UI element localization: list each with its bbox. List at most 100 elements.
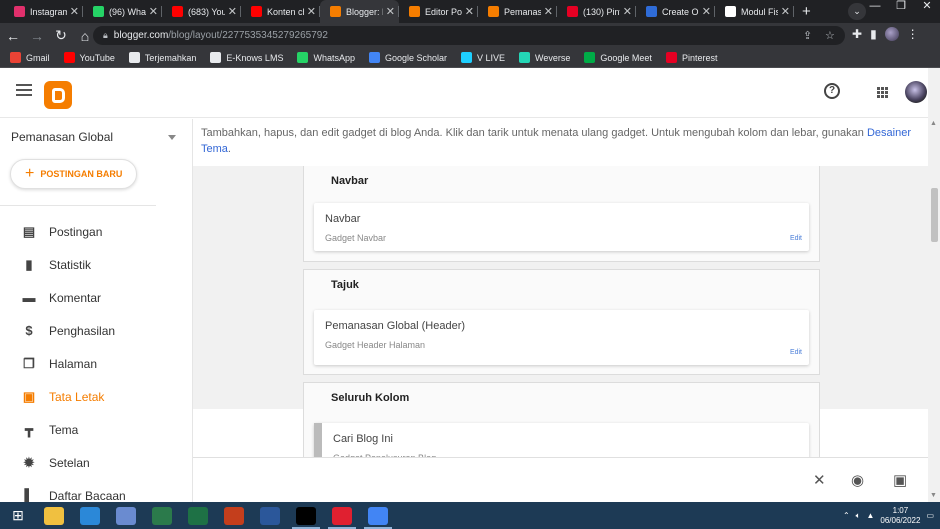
star-icon[interactable]: ☆: [825, 29, 835, 42]
bookmark-item[interactable]: Terjemahkan: [128, 52, 196, 63]
taskbar-app-icon[interactable]: [180, 502, 216, 529]
bookmark-item[interactable]: Google Meet: [584, 52, 652, 63]
browser-tab[interactable]: Blogger: Pemanasan✕: [320, 0, 399, 23]
blog-selector[interactable]: Pemanasan Global: [11, 130, 176, 144]
tab-close-icon[interactable]: ✕: [228, 5, 237, 18]
tab-favicon-icon: [330, 6, 341, 17]
tab-close-icon[interactable]: ✕: [70, 5, 79, 18]
sidebar-item-halaman[interactable]: ❐ Halaman: [0, 347, 193, 380]
browser-tab[interactable]: (96) WhatsApp✕: [83, 0, 162, 23]
bookmark-item[interactable]: Pinterest: [665, 52, 717, 63]
sidebar-item-komentar[interactable]: ▬ Komentar: [0, 281, 193, 314]
hamburger-menu-icon[interactable]: [16, 84, 32, 98]
browser-tab[interactable]: (683) YouTube✕: [162, 0, 241, 23]
bookmark-favicon-icon: [519, 52, 531, 63]
bookmark-favicon-icon: [368, 52, 380, 63]
close-window-icon[interactable]: ✕: [914, 0, 940, 12]
browser-tab[interactable]: Konten channel✕: [241, 0, 320, 23]
tab-close-icon[interactable]: ✕: [465, 5, 474, 18]
extensions-icon[interactable]: ✚: [852, 27, 862, 41]
apps-grid-icon[interactable]: [877, 87, 888, 98]
taskbar-app-icon[interactable]: [288, 502, 324, 529]
page-scrollbar[interactable]: ▲ ▼: [928, 68, 940, 502]
tab-title: (683) YouTube: [188, 6, 225, 17]
bookmark-item[interactable]: V LIVE: [461, 52, 505, 63]
sidebar-item-tema[interactable]: ┳ Tema: [0, 413, 193, 446]
wifi-icon[interactable]: ▲: [866, 511, 874, 520]
taskbar-app-icon[interactable]: [36, 502, 72, 529]
preview-eye-icon[interactable]: ◉: [851, 471, 864, 489]
browser-toolbar: ← → ↻ ⌂ 🔒︎ blogger.com/blog/layout/22775…: [0, 23, 940, 48]
browser-tab[interactable]: Editor Postingan✕: [399, 0, 478, 23]
blogger-logo[interactable]: [44, 81, 72, 109]
new-tab-button[interactable]: +: [794, 0, 819, 23]
sidebar-item-penghasilan[interactable]: $ Penghasilan: [0, 314, 193, 347]
account-avatar[interactable]: [905, 81, 927, 103]
gadget-card[interactable]: Pemanasan Global (Header) Gadget Header H…: [314, 310, 809, 365]
notification-icon[interactable]: ▭: [926, 511, 934, 520]
taskbar-clock[interactable]: 1:07 06/06/2022: [880, 506, 920, 526]
window-controls: — ❐ ✕: [862, 0, 940, 12]
bookmark-label: YouTube: [79, 52, 115, 63]
gadget-edit-link[interactable]: Edit: [790, 349, 802, 356]
minimize-icon[interactable]: —: [862, 0, 888, 12]
section-title: Navbar: [331, 175, 369, 187]
sidebar-item-statistik[interactable]: ▮ Statistik: [0, 248, 193, 281]
sidebar-item-tata-letak[interactable]: ▣ Tata Letak: [0, 380, 193, 413]
address-bar[interactable]: 🔒︎ blogger.com/blog/layout/2277535345279…: [93, 26, 845, 45]
close-icon[interactable]: ✕: [813, 471, 826, 489]
scroll-up-icon[interactable]: ▲: [930, 120, 937, 127]
sidebar-item-setelan[interactable]: ✹ Setelan: [0, 446, 193, 479]
gadget-card[interactable]: Navbar Gadget Navbar Edit: [314, 203, 809, 251]
tab-close-icon[interactable]: ✕: [702, 5, 711, 18]
forward-icon[interactable]: →: [26, 28, 48, 44]
bookmark-item[interactable]: Gmail: [10, 52, 50, 63]
chevron-down-icon: [168, 135, 176, 140]
taskbar-app-icon[interactable]: [144, 502, 180, 529]
help-icon[interactable]: ?: [824, 83, 840, 99]
scroll-down-icon[interactable]: ▼: [930, 492, 937, 499]
tab-close-icon[interactable]: ✕: [623, 5, 632, 18]
scrollbar-thumb[interactable]: [931, 188, 938, 242]
tab-close-icon[interactable]: ✕: [781, 5, 790, 18]
reload-icon[interactable]: ↻: [50, 27, 72, 44]
url-host: blogger.com: [113, 30, 169, 41]
windows-start-icon[interactable]: ⊞: [0, 502, 36, 529]
share-icon[interactable]: ⇪: [803, 29, 812, 42]
taskbar-app-icon[interactable]: [360, 502, 396, 529]
taskbar-app-icon[interactable]: [324, 502, 360, 529]
tab-close-icon[interactable]: ✕: [544, 5, 553, 18]
taskbar-app-icon[interactable]: [108, 502, 144, 529]
taskbar-app-icon[interactable]: [252, 502, 288, 529]
browser-tab[interactable]: Pemanasan Global✕: [478, 0, 557, 23]
bookmark-item[interactable]: YouTube: [63, 52, 115, 63]
sidebar-item-label: Tata Letak: [49, 389, 105, 404]
tab-title: Instagram: [30, 6, 67, 17]
bookmark-item[interactable]: E-Knows LMS: [210, 52, 283, 63]
bookmark-item[interactable]: Weverse: [519, 52, 570, 63]
volume-icon[interactable]: 🔈︎: [856, 511, 861, 521]
sidebar-item-postingan[interactable]: ▤ Postingan: [0, 215, 193, 248]
restore-icon[interactable]: ❐: [888, 0, 914, 12]
save-icon[interactable]: ▣: [893, 471, 907, 489]
bookmark-item[interactable]: WhatsApp: [297, 52, 355, 63]
gadget-edit-link[interactable]: Edit: [790, 235, 802, 242]
back-icon[interactable]: ←: [2, 28, 24, 44]
browser-tab[interactable]: Instagram ✕: [4, 0, 83, 23]
new-post-button[interactable]: + POSTINGAN BARU: [10, 159, 137, 189]
tab-close-icon[interactable]: ✕: [386, 5, 395, 18]
chevron-up-icon[interactable]: ⌃: [843, 511, 850, 520]
tab-close-icon[interactable]: ✕: [149, 5, 158, 18]
sidebar-item-label: Daftar Bacaan: [49, 488, 126, 503]
taskbar-app-icon[interactable]: [216, 502, 252, 529]
browser-tab[interactable]: (130) Pinterest✕: [557, 0, 636, 23]
bookmark-item[interactable]: Google Scholar: [368, 52, 447, 63]
browser-tab[interactable]: Create Online✕: [636, 0, 715, 23]
menu-icon[interactable]: ⋮: [907, 27, 919, 41]
profile-avatar[interactable]: [884, 27, 899, 41]
tab-close-icon[interactable]: ✕: [307, 5, 316, 18]
browser-tab[interactable]: Modul Fisika✕: [715, 0, 794, 23]
browser-tab-strip: Instagram✕(96) WhatsApp✕(683) YouTube✕Ko…: [0, 0, 940, 23]
side-panel-icon[interactable]: ▮: [870, 27, 877, 41]
taskbar-app-icon[interactable]: [72, 502, 108, 529]
